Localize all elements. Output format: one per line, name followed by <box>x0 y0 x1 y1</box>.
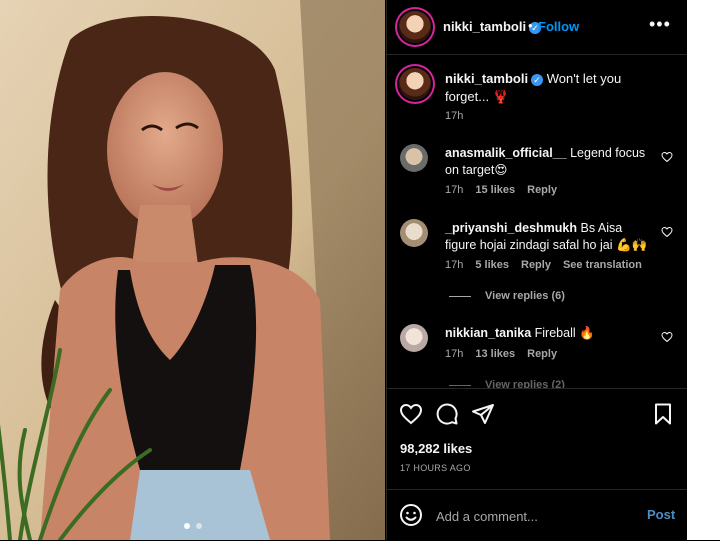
heart-icon[interactable] <box>399 402 423 426</box>
carousel-dot[interactable] <box>183 523 190 529</box>
replies-divider <box>449 295 471 297</box>
like-count[interactable]: 98,282 likes <box>400 441 472 456</box>
heart-icon[interactable] <box>661 151 673 163</box>
save-icon[interactable] <box>651 402 675 426</box>
comment-time: 17h <box>445 348 464 360</box>
post-actions: 98,282 likes 17 HOURS AGO <box>387 388 687 489</box>
view-replies-label: View replies (6) <box>485 290 565 302</box>
reply-button[interactable]: Reply <box>521 259 551 271</box>
carousel-dots <box>0 516 385 534</box>
replies-divider <box>449 384 471 386</box>
view-replies-button[interactable]: View replies (6) <box>449 290 565 302</box>
header-username-row: nikki_tamboli ✓ <box>443 19 542 34</box>
comment-text: nikkian_tanika Fireball 🔥 <box>445 325 650 342</box>
heart-icon[interactable] <box>661 226 673 238</box>
more-icon[interactable]: ••• <box>649 14 671 35</box>
reply-button[interactable]: Reply <box>527 184 557 196</box>
comment-text: anasmalik_official__ Legend focus on tar… <box>445 145 650 179</box>
emoji-icon[interactable] <box>399 503 423 527</box>
caption-time: 17h <box>445 110 464 122</box>
comment-meta: 17h 15 likes Reply <box>445 184 569 196</box>
avatar[interactable] <box>400 144 428 172</box>
follow-button[interactable]: Follow <box>538 19 579 34</box>
caption-username[interactable]: nikki_tamboli <box>445 71 528 86</box>
comment-body: Fireball 🔥 <box>534 326 595 340</box>
comment-username[interactable]: nikkian_tanika <box>445 326 531 340</box>
comment-composer: Post <box>387 489 687 541</box>
comment-meta: 17h 13 likes Reply <box>445 348 569 360</box>
post-header: nikki_tamboli ✓ • Follow ••• <box>387 0 687 55</box>
heart-icon[interactable] <box>661 331 673 343</box>
header-separator: • <box>528 18 533 33</box>
comment-text: _priyanshi_deshmukh Bs Aisa figure hojai… <box>445 220 650 254</box>
view-replies-button[interactable]: View replies (2) <box>449 379 565 388</box>
avatar[interactable] <box>399 11 431 43</box>
avatar[interactable] <box>399 68 431 100</box>
comment-meta: 17h 5 likes Reply See translation <box>445 259 654 271</box>
post-details-panel: nikki_tamboli ✓ • Follow ••• nikki_tambol… <box>386 0 687 540</box>
avatar[interactable] <box>400 219 428 247</box>
reply-button[interactable]: Reply <box>527 348 557 360</box>
comment-time: 17h <box>445 259 464 271</box>
view-replies-label: View replies (2) <box>485 379 565 388</box>
comment-username[interactable]: anasmalik_official__ <box>445 146 567 160</box>
post-photo-art <box>0 0 385 540</box>
share-icon[interactable] <box>471 402 495 426</box>
post-viewer: nikki_tamboli ✓ • Follow ••• nikki_tambol… <box>0 0 720 540</box>
comment-time: 17h <box>445 184 464 196</box>
comment-likes[interactable]: 15 likes <box>475 184 515 196</box>
see-translation-link[interactable]: See translation <box>563 259 642 271</box>
header-username[interactable]: nikki_tamboli <box>443 19 526 34</box>
comment-likes[interactable]: 13 likes <box>475 348 515 360</box>
verified-icon: ✓ <box>531 73 544 86</box>
comment-icon[interactable] <box>435 402 459 426</box>
comment-username[interactable]: _priyanshi_deshmukh <box>445 221 577 235</box>
page-backdrop <box>687 0 720 540</box>
avatar[interactable] <box>400 324 428 352</box>
post-photo[interactable] <box>0 0 385 540</box>
post-timestamp[interactable]: 17 HOURS AGO <box>400 463 471 473</box>
comment-likes[interactable]: 5 likes <box>475 259 509 271</box>
carousel-dot[interactable] <box>195 523 202 529</box>
post-comment-button[interactable]: Post <box>647 507 675 522</box>
caption-text: nikki_tamboli ✓ Won't let you forget... 🦞 <box>445 70 645 106</box>
comment-input[interactable] <box>434 504 628 528</box>
